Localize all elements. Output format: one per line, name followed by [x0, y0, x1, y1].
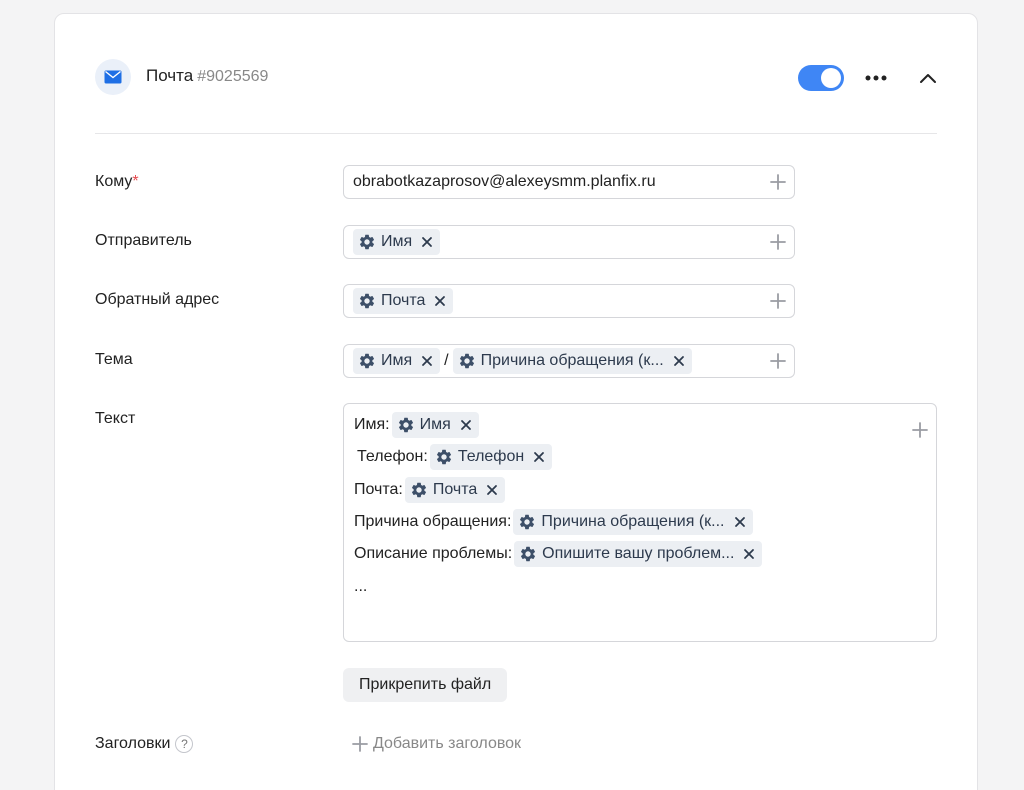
variable-chip[interactable]: Телефон: [429, 444, 553, 470]
chip-label: Имя: [381, 233, 413, 250]
headers-label-text: Заголовки: [95, 735, 171, 753]
close-icon[interactable]: [485, 483, 499, 497]
gear-icon: [358, 233, 376, 251]
gear-icon: [458, 352, 476, 370]
more-horizontal-icon: [865, 75, 887, 81]
more-button[interactable]: [861, 63, 891, 93]
text-line-label: Имя:: [354, 416, 390, 433]
reply-to-label: Обратный адрес: [95, 291, 220, 308]
text-ellipsis: ...: [354, 578, 368, 595]
close-icon[interactable]: [420, 354, 434, 368]
close-icon[interactable]: [420, 235, 434, 249]
to-label-text: Кому: [95, 173, 133, 190]
gear-icon: [519, 545, 537, 563]
gear-icon: [358, 352, 376, 370]
text-line-label: Телефон:: [357, 448, 428, 465]
variable-chip[interactable]: Причина обращения (к...: [452, 348, 692, 374]
close-icon[interactable]: [742, 547, 756, 561]
help-icon[interactable]: ?: [175, 735, 194, 753]
variable-chip[interactable]: Почта: [353, 288, 454, 314]
variable-chip[interactable]: Имя: [353, 229, 441, 255]
chip-label: Почта: [432, 481, 478, 498]
chip-label: Причина обращения (к...: [541, 513, 725, 530]
to-label: Кому*: [95, 173, 139, 191]
text-line-label: Причина обращения:: [354, 513, 512, 530]
text-line-label: Почта:: [354, 481, 403, 498]
close-icon[interactable]: [459, 418, 473, 432]
text-line-label: Описание проблемы:: [354, 545, 513, 562]
close-icon[interactable]: [433, 294, 447, 308]
text-editor[interactable]: Имя: Имя Телефон: Телефон Почта: Почта П…: [343, 403, 937, 642]
card-title-text: Почта: [146, 66, 194, 85]
variable-chip[interactable]: Почта: [404, 477, 506, 503]
plus-icon[interactable]: [770, 353, 786, 369]
text-label: Текст: [95, 410, 136, 427]
headers-label: Заголовки?: [95, 735, 194, 753]
card-header: Почта #9025569: [95, 59, 937, 95]
subject-separator: /: [444, 352, 449, 369]
mail-icon: [95, 59, 131, 95]
gear-icon: [358, 292, 376, 310]
gear-icon: [410, 481, 428, 499]
text-line: Почта: Почта: [354, 477, 506, 503]
close-icon[interactable]: [532, 450, 546, 464]
variable-chip[interactable]: Причина обращения (к...: [513, 509, 753, 535]
chip-label: Опишите вашу проблем...: [542, 545, 735, 562]
text-line: Имя: Имя: [354, 412, 479, 438]
to-value: obrabotkazaprosov@alexeysmm.planfix.ru: [353, 173, 656, 190]
chip-label: Причина обращения (к...: [480, 352, 664, 369]
attach-file-button[interactable]: Прикрепить файл: [343, 668, 508, 702]
gear-icon: [435, 448, 453, 466]
plus-icon[interactable]: [770, 174, 786, 190]
variable-chip[interactable]: Имя: [391, 412, 479, 438]
text-line: Описание проблемы: Опишите вашу проблем.…: [354, 541, 763, 567]
gear-icon: [518, 513, 536, 531]
sender-field[interactable]: Имя: [343, 225, 795, 259]
variable-chip[interactable]: Имя: [353, 348, 441, 374]
chevron-up-icon: [920, 74, 936, 83]
subject-field[interactable]: Имя / Причина обращения (к...: [343, 344, 795, 378]
text-line: Телефон: Телефон: [357, 444, 553, 470]
text-line: Причина обращения: Причина обращения (к.…: [354, 509, 753, 535]
chip-label: Имя: [419, 416, 451, 433]
plus-icon[interactable]: [770, 293, 786, 309]
variable-chip[interactable]: Опишите вашу проблем...: [514, 541, 763, 567]
chip-label: Телефон: [457, 448, 525, 465]
add-header-button[interactable]: Добавить заголовок: [352, 735, 521, 753]
plus-icon: [352, 736, 368, 752]
card-title: Почта #9025569: [146, 66, 268, 86]
plus-icon[interactable]: [912, 422, 928, 438]
chip-label: Почта: [381, 292, 426, 309]
header-divider: [95, 133, 937, 134]
close-icon[interactable]: [733, 515, 747, 529]
card-id: #9025569: [197, 68, 269, 85]
plus-icon[interactable]: [770, 234, 786, 250]
reply-to-field[interactable]: Почта: [343, 284, 795, 318]
gear-icon: [397, 416, 415, 434]
sender-label: Отправитель: [95, 232, 192, 249]
add-header-label: Добавить заголовок: [373, 735, 522, 752]
subject-label: Тема: [95, 351, 133, 368]
required-mark: *: [132, 173, 139, 190]
to-field[interactable]: obrabotkazaprosov@alexeysmm.planfix.ru: [343, 165, 795, 199]
close-icon[interactable]: [672, 354, 686, 368]
chip-label: Имя: [381, 352, 413, 369]
toggle-knob: [821, 68, 841, 88]
mail-action-card: Почта #9025569 Кому* obrabotkazaprosov@al…: [54, 13, 978, 790]
enable-toggle[interactable]: [798, 65, 844, 91]
collapse-button[interactable]: [913, 63, 943, 93]
